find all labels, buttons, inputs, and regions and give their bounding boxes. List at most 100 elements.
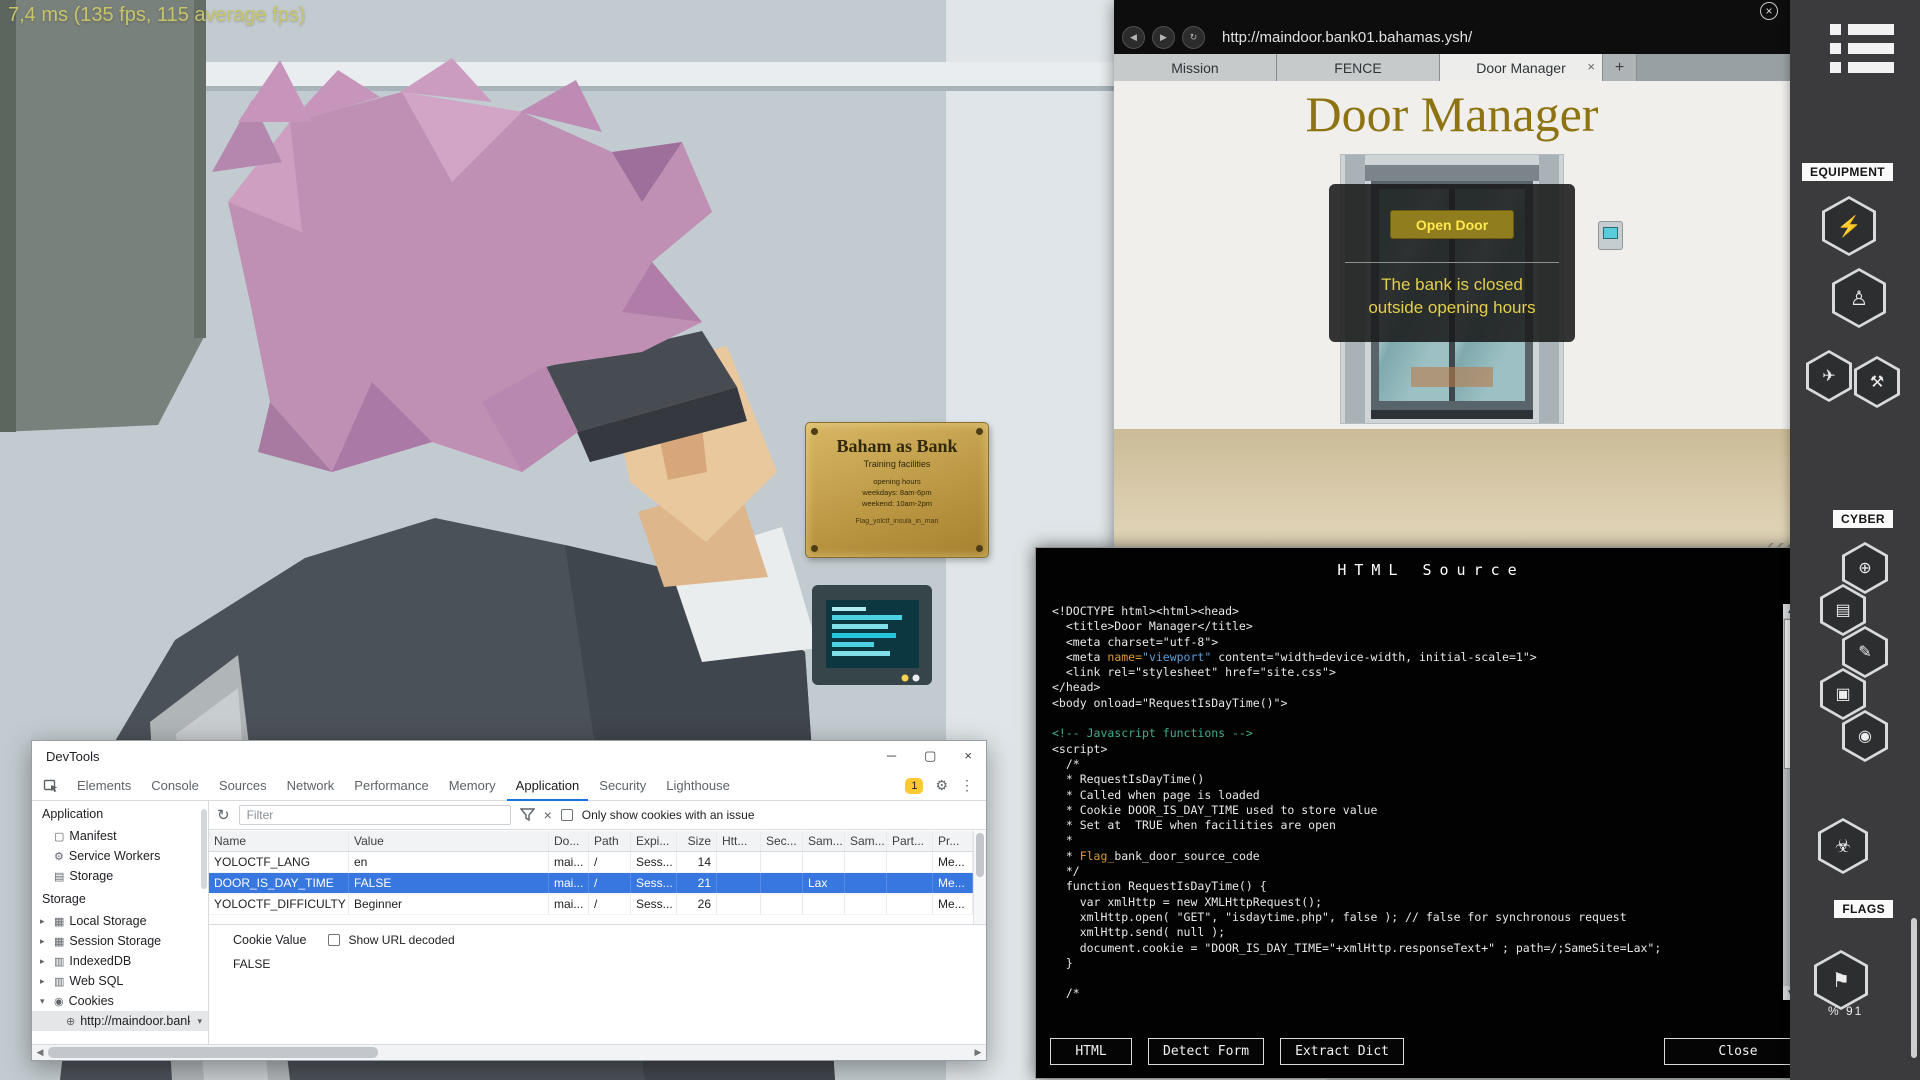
maximize-button[interactable]: ▢ <box>924 748 936 764</box>
drone-icon[interactable]: ✈ <box>1806 350 1852 402</box>
column-header[interactable]: Htt... <box>717 831 761 851</box>
cookie-cell: mai... <box>549 873 589 893</box>
devtools-tab-sources[interactable]: Sources <box>210 771 276 801</box>
back-button[interactable]: ◀ <box>1122 26 1145 49</box>
devtools-tab-elements[interactable]: Elements <box>68 771 140 801</box>
flag-icon[interactable]: ⚑ <box>1814 950 1868 1010</box>
door-control-panel: Open Door The bank is closed outside ope… <box>1329 184 1575 342</box>
url-bar[interactable]: http://maindoor.bank01.bahamas.ysh/ <box>1222 29 1472 46</box>
devtools-tab-security[interactable]: Security <box>590 771 655 801</box>
v-scroll-thumb[interactable] <box>976 833 984 877</box>
tab-close-icon[interactable]: × <box>1587 59 1595 74</box>
agent-icon[interactable]: ♙ <box>1832 268 1886 328</box>
source-action-button[interactable]: HTML <box>1050 1038 1132 1065</box>
clear-icon[interactable]: × <box>544 807 552 823</box>
sidebar-item-cookie-host[interactable]: ⊕http://maindoor.bank01...▾ <box>32 1011 208 1031</box>
menu-icon[interactable] <box>1830 24 1894 81</box>
cookies-icon: ◉ <box>54 995 64 1008</box>
sidebar-item-cookies[interactable]: ▾◉Cookies <box>32 991 208 1011</box>
code-line: * RequestIsDayTime() <box>1052 772 1778 787</box>
column-header[interactable]: Sam... <box>845 831 887 851</box>
column-header[interactable]: Sec... <box>761 831 803 851</box>
sidebar-item-service-workers[interactable]: ⚙Service Workers <box>32 846 208 866</box>
storage-icon: ▤ <box>54 870 64 883</box>
column-header[interactable]: Name <box>209 831 349 851</box>
reload-button[interactable]: ↻ <box>1182 26 1205 49</box>
devtools-tab-network[interactable]: Network <box>278 771 344 801</box>
column-header[interactable]: Pr... <box>933 831 973 851</box>
column-header[interactable]: Size <box>677 831 717 851</box>
sidebar-scrollbar[interactable] <box>1911 918 1917 1058</box>
sidebar-item-session-storage[interactable]: ▸▦Session Storage <box>32 931 208 951</box>
bank-plaque[interactable]: Baham as Bank Training facilities openin… <box>805 422 989 558</box>
globe-icon[interactable]: ⊕ <box>1842 542 1888 594</box>
hours-weekend: weekend: 10am-2pm <box>806 499 988 510</box>
image-icon[interactable]: ▣ <box>1820 668 1866 720</box>
sidebar-item-local-storage[interactable]: ▸▦Local Storage <box>32 911 208 931</box>
notes-icon[interactable]: ✎ <box>1842 626 1888 678</box>
column-header[interactable]: Part... <box>887 831 933 851</box>
horizontal-scrollbar[interactable]: ◀ ▶ <box>32 1044 986 1060</box>
disclosure-arrow: ▸ <box>40 956 50 967</box>
filter-icon[interactable] <box>520 808 535 822</box>
column-header[interactable]: Path <box>589 831 631 851</box>
page-title: Door Manager <box>1114 85 1790 143</box>
cookies-toolbar: ↻ × Only show cookies with an issue <box>209 801 986 830</box>
devtools-tab-console[interactable]: Console <box>142 771 208 801</box>
filter-input[interactable] <box>239 805 511 825</box>
issues-badge[interactable]: 1 <box>905 778 923 794</box>
scroll-left-arrow[interactable]: ◀ <box>32 1045 48 1060</box>
column-header[interactable]: Sam... <box>803 831 845 851</box>
table-scrollbar[interactable] <box>973 831 986 924</box>
devtools-tab-memory[interactable]: Memory <box>440 771 505 801</box>
cookie-row[interactable]: DOOR_IS_DAY_TIMEFALSEmai.../Sess...21Lax… <box>209 873 973 894</box>
new-tab-button[interactable]: + <box>1603 54 1637 81</box>
sidebar-item-manifest[interactable]: ▢Manifest <box>32 826 208 846</box>
source-action-button[interactable]: Detect Form <box>1148 1038 1264 1065</box>
only-issues-checkbox[interactable] <box>561 809 573 821</box>
open-door-button[interactable]: Open Door <box>1390 210 1514 239</box>
column-header[interactable]: Value <box>349 831 549 851</box>
printer-icon[interactable]: ▤ <box>1820 584 1866 636</box>
source-action-button[interactable]: Extract Dict <box>1280 1038 1404 1065</box>
browser-close-button[interactable]: × <box>1760 2 1778 20</box>
source-code[interactable]: <!DOCTYPE html><html><head> <title>Door … <box>1052 604 1778 1000</box>
inspect-element-icon[interactable] <box>40 776 62 796</box>
browser-tab[interactable]: Door Manager× <box>1440 54 1603 81</box>
column-header[interactable]: Do... <box>549 831 589 851</box>
close-button[interactable]: × <box>964 748 972 764</box>
flashlight-icon[interactable]: ⚡ <box>1822 196 1876 256</box>
game-viewport[interactable]: 7,4 ms (135 fps, 115 average fps) Baham … <box>0 0 1920 1080</box>
browser-window: × ◀ ▶ ↻ http://maindoor.bank01.bahamas.y… <box>1114 0 1790 547</box>
kebab-menu-icon[interactable]: ⋮ <box>960 777 974 794</box>
scroll-right-arrow[interactable]: ▶ <box>970 1045 986 1060</box>
browser-tab[interactable]: FENCE <box>1277 54 1440 81</box>
cookie-row[interactable]: YOLOCTF_DIFFICULTYBeginnermai.../Sess...… <box>209 894 973 915</box>
pin-icon[interactable]: ◉ <box>1842 710 1888 762</box>
settings-gear-icon[interactable]: ⚙ <box>935 777 948 794</box>
item-label: Storage <box>69 869 113 883</box>
tools-icon[interactable]: ⚒ <box>1854 356 1900 408</box>
minimize-button[interactable]: ─ <box>887 748 896 764</box>
devtools-tab-performance[interactable]: Performance <box>345 771 437 801</box>
browser-titlebar[interactable]: × <box>1114 0 1790 20</box>
refresh-icon[interactable]: ↻ <box>217 806 230 824</box>
h-scroll-thumb[interactable] <box>48 1047 378 1058</box>
cookie-row[interactable]: YOLOCTF_LANGenmai.../Sess...14Me... <box>209 852 973 873</box>
cookie-cell: Beginner <box>349 894 549 914</box>
sidebar-item-storage[interactable]: ▤ Storage <box>32 866 208 886</box>
sidebar-item-indexeddb[interactable]: ▸▥IndexedDB <box>32 951 208 971</box>
devtools-titlebar[interactable]: DevTools ─ ▢ × <box>32 741 986 771</box>
browser-tab[interactable]: Mission <box>1114 54 1277 81</box>
malware-icon[interactable]: ☣ <box>1818 818 1868 874</box>
cookie-table: NameValueDo...PathExpi...SizeHtt...Sec..… <box>209 831 973 924</box>
devtools-tab-strip: ElementsConsoleSourcesNetworkPerformance… <box>32 771 986 801</box>
sidebar-item-web-sql[interactable]: ▸▥Web SQL <box>32 971 208 991</box>
column-header[interactable]: Expi... <box>631 831 677 851</box>
forward-button[interactable]: ▶ <box>1152 26 1175 49</box>
indexeddb-icon: ▥ <box>54 955 64 968</box>
devtools-tab-application[interactable]: Application <box>507 771 589 801</box>
cookie-cell <box>761 873 803 893</box>
show-url-decoded-checkbox[interactable] <box>328 934 340 946</box>
devtools-tab-lighthouse[interactable]: Lighthouse <box>657 771 739 801</box>
